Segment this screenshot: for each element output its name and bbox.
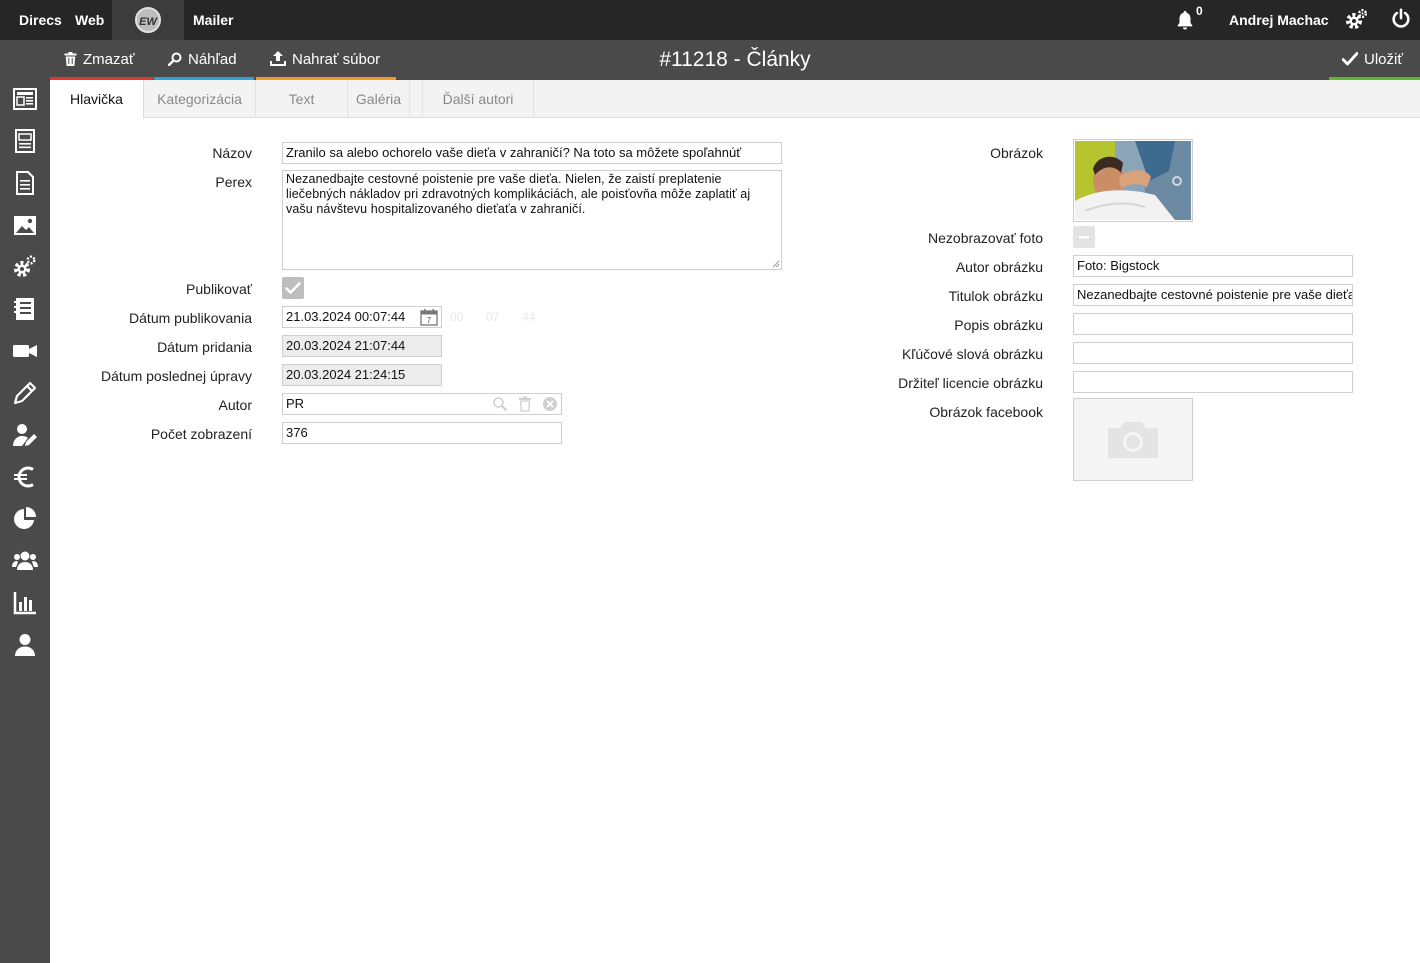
tab-bar: Hlavička Kategorizácia Text Galéria Ďalš… (50, 80, 1420, 119)
calendar-icon[interactable]: 7 (420, 308, 438, 326)
time-hint-minutes: 07 (486, 310, 500, 324)
popis-obrazku-input[interactable] (1073, 313, 1353, 335)
nav-web[interactable]: Web (75, 0, 104, 40)
bar-chart-icon[interactable] (12, 590, 38, 616)
pocet-zobrazeni-input[interactable]: 376 (282, 422, 562, 444)
gallery-icon[interactable] (12, 212, 38, 238)
page-icon[interactable] (12, 128, 38, 154)
settings-gear-icon[interactable] (1344, 8, 1368, 32)
svg-text:7: 7 (427, 316, 432, 325)
users-icon[interactable] (12, 548, 38, 574)
nav-mailer[interactable]: Mailer (193, 0, 233, 40)
obrazok-facebook-label: Obrázok facebook (929, 404, 1043, 420)
perex-textarea[interactable]: Nezanedbajte cestovné poistenie pre vaše… (282, 170, 782, 270)
datum-publikovania-input[interactable]: 21.03.2024 00:07:44 (282, 306, 442, 328)
drzitel-licencie-input[interactable] (1073, 371, 1353, 393)
euro-icon[interactable] (12, 464, 38, 490)
minus-icon (1079, 236, 1089, 239)
check-icon (285, 282, 301, 294)
time-hint-hours: 00 (450, 310, 464, 324)
nezobrazovat-foto-label: Nezobrazovať foto (928, 230, 1043, 246)
pie-chart-icon[interactable] (12, 506, 38, 532)
preview-label: Náhľad (188, 51, 237, 68)
datum-publikovania-label: Dátum publikovania (129, 310, 252, 326)
datum-upravy-input: 20.03.2024 21:24:15 (282, 364, 442, 386)
user-icon[interactable] (12, 632, 38, 658)
klucove-slova-input[interactable] (1073, 342, 1353, 364)
tab-dalsi-autori[interactable]: Ďalší autori (422, 80, 534, 118)
save-button[interactable]: Uložiť (1329, 40, 1420, 80)
document-icon[interactable] (12, 170, 38, 196)
resize-handle-icon[interactable] (772, 260, 780, 268)
autor-obrazku-label: Autor obrázku (955, 259, 1043, 275)
drzitel-licencie-label: Držiteľ licencie obrázku (898, 375, 1043, 391)
bell-icon[interactable] (1174, 9, 1196, 31)
upload-file-button[interactable]: Nahrať súbor (256, 40, 396, 80)
publikovat-checkbox[interactable] (282, 277, 304, 299)
nazov-label: Názov (212, 145, 252, 161)
autor-obrazku-input[interactable]: Foto: Bigstock (1073, 255, 1353, 277)
save-label: Uložiť (1364, 51, 1403, 68)
upload-icon (270, 51, 286, 67)
search-icon (168, 52, 182, 66)
toolbar: #11218 - Články Zmazať Náhľad Nahrať súb… (0, 40, 1420, 80)
delete-label: Zmazať (83, 51, 135, 68)
user-name[interactable]: Andrej Machac (1229, 0, 1329, 40)
power-icon[interactable] (1390, 8, 1412, 30)
camera-icon (1108, 422, 1158, 458)
notification-count: 0 (1196, 4, 1203, 18)
klucove-slova-label: Kľúčové slová obrázku (901, 346, 1043, 362)
trash-icon (64, 51, 77, 66)
nezobrazovat-foto-checkbox[interactable] (1073, 226, 1095, 248)
titulok-obrazku-input[interactable]: Nezanedbajte cestovné poistenie pre vaše… (1073, 284, 1353, 306)
titulok-obrazku-label: Titulok obrázku (948, 288, 1043, 304)
settings-icon[interactable] (12, 254, 38, 280)
popis-obrazku-label: Popis obrázku (954, 317, 1043, 333)
clear-icon[interactable] (542, 396, 558, 412)
perex-label: Perex (215, 174, 252, 190)
news-icon[interactable] (12, 86, 38, 112)
tab-text[interactable]: Text (256, 80, 348, 118)
preview-button[interactable]: Náhľad (154, 40, 254, 80)
time-hint-seconds: 44 (522, 310, 536, 324)
upload-label: Nahrať súbor (292, 51, 381, 68)
datum-pridania-input: 20.03.2024 21:07:44 (282, 335, 442, 357)
publikovat-label: Publikovať (186, 281, 252, 297)
nazov-input[interactable]: Zranilo sa alebo ochorelo vaše dieťa v z… (282, 142, 782, 164)
datum-upravy-label: Dátum poslednej úpravy (101, 368, 252, 384)
check-icon (1342, 51, 1358, 65)
article-photo-image (1075, 141, 1191, 220)
ew-logo: EW (135, 7, 161, 33)
top-bar: Direcs Web EW Mailer 0 Andrej Machac (0, 0, 1420, 40)
logo-tab[interactable]: EW (112, 0, 184, 40)
tab-kategorizacia[interactable]: Kategorizácia (144, 80, 256, 118)
main-content: Hlavička Kategorizácia Text Galéria Ďalš… (50, 80, 1420, 963)
datum-pridania-label: Dátum pridania (157, 339, 252, 355)
delete-button[interactable]: Zmazať (50, 40, 153, 80)
pencil-icon[interactable] (12, 380, 38, 406)
tab-hlavicka[interactable]: Hlavička (50, 80, 144, 119)
trash-icon[interactable] (518, 396, 532, 412)
sidebar (0, 80, 50, 963)
nav-direcs[interactable]: Direcs (19, 0, 62, 40)
pocet-zobrazeni-label: Počet zobrazení (150, 426, 252, 442)
facebook-image-placeholder[interactable] (1073, 398, 1193, 481)
user-edit-icon[interactable] (12, 422, 38, 448)
video-icon[interactable] (12, 338, 38, 364)
obrazok-label: Obrázok (990, 145, 1043, 161)
tab-galeria[interactable]: Galéria (348, 80, 410, 118)
list-icon[interactable] (12, 296, 38, 322)
article-image[interactable] (1073, 139, 1193, 222)
search-icon[interactable] (492, 396, 508, 412)
autor-label: Autor (218, 397, 252, 413)
